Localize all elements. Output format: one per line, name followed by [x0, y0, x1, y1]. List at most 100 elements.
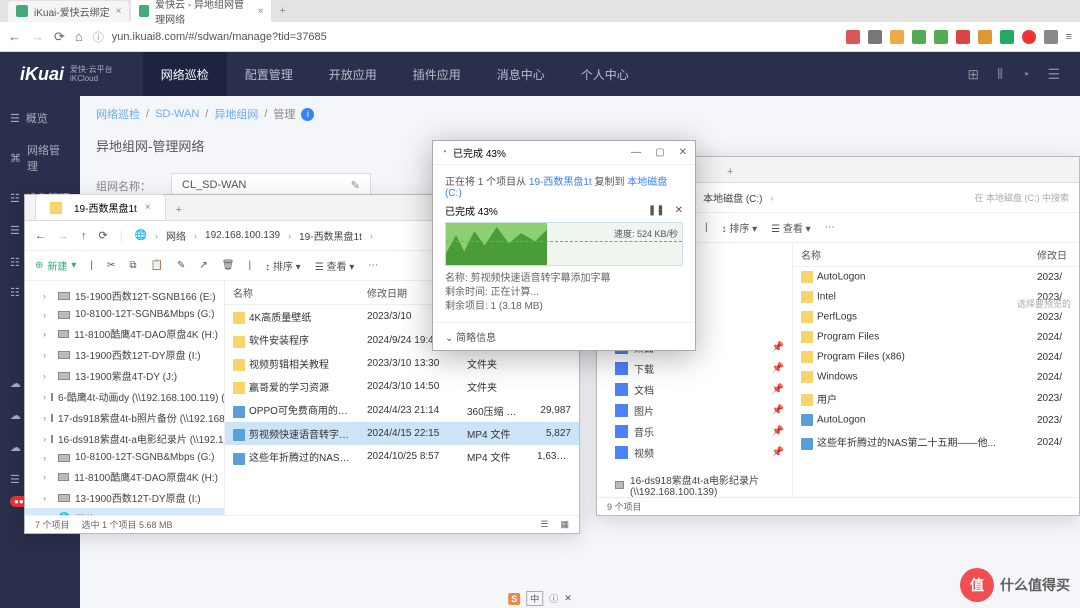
search-hint[interactable]: 在 本地磁盘 (C:) 中搜索 [975, 191, 1070, 204]
extension-icon[interactable] [978, 30, 992, 44]
tree-item[interactable]: ›13-1900西数12T-DY原盘 (I:) [25, 344, 224, 365]
tree-item[interactable]: ›10-8100-12T-SGNB&Mbps (G:) [25, 306, 224, 323]
extension-icon[interactable] [846, 30, 860, 44]
close-icon[interactable]: × [145, 202, 151, 213]
extension-icon[interactable] [912, 30, 926, 44]
view-grid-icon[interactable]: ▦ [560, 519, 569, 530]
sidebar-item[interactable]: ⌘网络管理 [0, 134, 80, 182]
reload-button[interactable]: ⟳ [99, 229, 108, 242]
back-button[interactable]: ← [8, 29, 21, 45]
tree-item[interactable]: ›16-ds918紫盘4t-a电影纪录片 (\\192.168.100.139) [25, 428, 224, 449]
list-item[interactable]: Windows2024/ [793, 367, 1079, 387]
edit-icon[interactable]: ✎ [351, 179, 360, 192]
col-name[interactable]: 名称 [225, 281, 359, 304]
extension-icon[interactable] [868, 30, 882, 44]
nav-item[interactable]: 个人中心 [563, 52, 647, 97]
nav-item[interactable]: 配置管理 [227, 52, 311, 97]
forward-button[interactable]: → [58, 230, 69, 242]
user-icon[interactable]: ☰ [1047, 66, 1060, 83]
details-toggle[interactable]: ⌄ 简略信息 [433, 322, 695, 350]
close-icon[interactable]: × [258, 6, 264, 17]
nav-item[interactable]: 消息中心 [479, 52, 563, 97]
view-button[interactable]: ☰ 查看 ▾ [771, 220, 811, 235]
grid-icon[interactable]: ⊞ [967, 66, 979, 83]
tree-item[interactable]: ›15-1900西数12T-SGNB166 (E:) [25, 285, 224, 306]
home-button[interactable]: ⌂ [75, 29, 83, 45]
tree-item[interactable]: ›13-1900西数12T-DY原盘 (I:) [25, 487, 224, 508]
breadcrumb-link[interactable]: SD-WAN [155, 108, 199, 120]
quick-access-item[interactable]: 文档📌 [597, 379, 792, 400]
col-name[interactable]: 名称 [793, 243, 1029, 266]
extension-icon[interactable] [1044, 30, 1058, 44]
up-button[interactable]: ↑ [81, 230, 87, 242]
list-item[interactable]: AutoLogon2023/ [793, 267, 1079, 287]
nav-item[interactable]: 开放应用 [311, 52, 395, 97]
info-icon[interactable]: i [301, 108, 314, 121]
maximize-button[interactable]: ▢ [655, 147, 664, 158]
extension-icon[interactable] [1022, 30, 1036, 44]
more-button[interactable]: ⋯ [825, 222, 835, 233]
file-list[interactable]: 名称 修改日 AutoLogon2023/Intel2023/PerfLogs2… [793, 243, 1079, 497]
quick-access-item[interactable]: 图片📌 [597, 400, 792, 421]
pin-icon[interactable]: ✕ [564, 593, 572, 604]
close-icon[interactable]: × [116, 6, 122, 17]
quick-access-item[interactable]: 视频📌 [597, 442, 792, 463]
browser-tab[interactable]: 爱快云 - 异地组网管理网络× [131, 0, 271, 29]
tree-item[interactable]: ›17-ds918紫盘4t-b照片备份 (\\192.168.100.139) [25, 407, 224, 428]
src-link[interactable]: 19-西数黑盘1t [529, 177, 592, 188]
minimize-button[interactable]: — [631, 147, 641, 158]
list-item[interactable]: Program Files2024/ [793, 327, 1079, 347]
view-button[interactable]: ☰ 查看 ▾ [315, 258, 355, 273]
view-details-icon[interactable]: ☰ [540, 519, 548, 530]
list-item[interactable]: 视频剪辑相关教程2023/3/10 13:30文件夹 [225, 352, 579, 375]
new-tab-button[interactable]: + [279, 5, 285, 17]
extension-icon[interactable] [956, 30, 970, 44]
quick-access-item[interactable]: 音乐📌 [597, 421, 792, 442]
nav-item[interactable]: 网络巡检 [143, 52, 227, 97]
extension-icon[interactable] [890, 30, 904, 44]
sort-button[interactable]: ↕ 排序 ▾ [722, 220, 758, 235]
copy-progress-dialog[interactable]: ◔ 已完成 43% — ▢ ✕ 正在将 1 个项目从 19-西数黑盘1t 复制到… [432, 140, 696, 351]
share-icon[interactable]: ↗ [199, 260, 207, 271]
cut-icon[interactable]: ✂ [107, 260, 115, 271]
browser-tab[interactable]: iKuai-爱快云绑定× [8, 1, 129, 22]
forward-button[interactable]: → [31, 29, 44, 45]
sort-button[interactable]: ↕ 排序 ▾ [265, 258, 301, 273]
tree-item[interactable]: ›11-8100酷鹰4T-DAO原盘4K (H:) [25, 323, 224, 344]
tree-item[interactable]: ›13-1900紫盘4T-DY (J:) [25, 365, 224, 386]
explorer-tab[interactable]: 19-西数黑盘1t× [35, 194, 166, 220]
chart-icon[interactable]: ⫴ [997, 66, 1003, 83]
copy-icon[interactable]: ⧉ [129, 260, 136, 271]
address-bar[interactable]: ⓘ yun.ikuai8.com/#/sdwan/manage?tid=3768… [93, 29, 836, 45]
reload-button[interactable]: ⟳ [54, 29, 65, 45]
headset-icon[interactable]: ◔ [1021, 66, 1029, 83]
rename-icon[interactable]: ✎ [177, 260, 185, 271]
nav-item[interactable]: 插件应用 [395, 52, 479, 97]
tree-item[interactable]: ›10-8100-12T-SGNB&Mbps (G:) [25, 449, 224, 466]
input-method-icon[interactable]: ⓘ [549, 592, 558, 605]
pause-button[interactable]: ❚❚ [648, 205, 665, 216]
list-item[interactable]: 剪视频快速语音转字幕添加字幕2024/4/15 22:15MP4 文件5,827 [225, 422, 579, 445]
back-button[interactable]: ← [35, 230, 46, 242]
list-item[interactable]: PerfLogs2023/ [793, 307, 1079, 327]
list-item[interactable]: Program Files (x86)2024/ [793, 347, 1079, 367]
cancel-button[interactable]: ✕ [675, 205, 683, 216]
explorer-tree[interactable]: ›15-1900西数12T-SGNB166 (E:)›10-8100-12T-S… [25, 281, 225, 515]
path-breadcrumb[interactable]: 🌐› 网络› 192.168.100.139› 19-西数黑盘1t› [135, 228, 373, 243]
new-button[interactable]: ⊕ 新建 ▾ [35, 258, 76, 273]
paste-icon[interactable]: 📋 [151, 260, 163, 271]
list-item[interactable]: 用户2023/ [793, 387, 1079, 410]
extension-icon[interactable] [934, 30, 948, 44]
tree-item[interactable]: ›11-8100酷鹰4T-DAO原盘4K (H:) [25, 466, 224, 487]
new-tab-button[interactable]: + [717, 162, 743, 182]
list-item[interactable]: 赢哥爱的学习资源2024/3/10 14:50文件夹 [225, 375, 579, 398]
delete-icon[interactable]: 🗑 [222, 260, 235, 271]
list-item[interactable]: 这些年折腾过的NAS第二十五期——他...2024/ [793, 430, 1079, 453]
tree-item[interactable]: ›🌐网络 [25, 508, 224, 515]
list-item[interactable]: AutoLogon2023/ [793, 410, 1079, 430]
sidebar-item[interactable]: ☰概览 [0, 102, 80, 134]
dialog-titlebar[interactable]: ◔ 已完成 43% — ▢ ✕ [433, 141, 695, 165]
breadcrumb-link[interactable]: 异地组网 [214, 106, 258, 122]
col-date[interactable]: 修改日 [1029, 243, 1079, 266]
list-item[interactable]: 这些年折腾过的NAS第二十五期——他...2024/10/25 8:57MP4 … [225, 445, 579, 468]
